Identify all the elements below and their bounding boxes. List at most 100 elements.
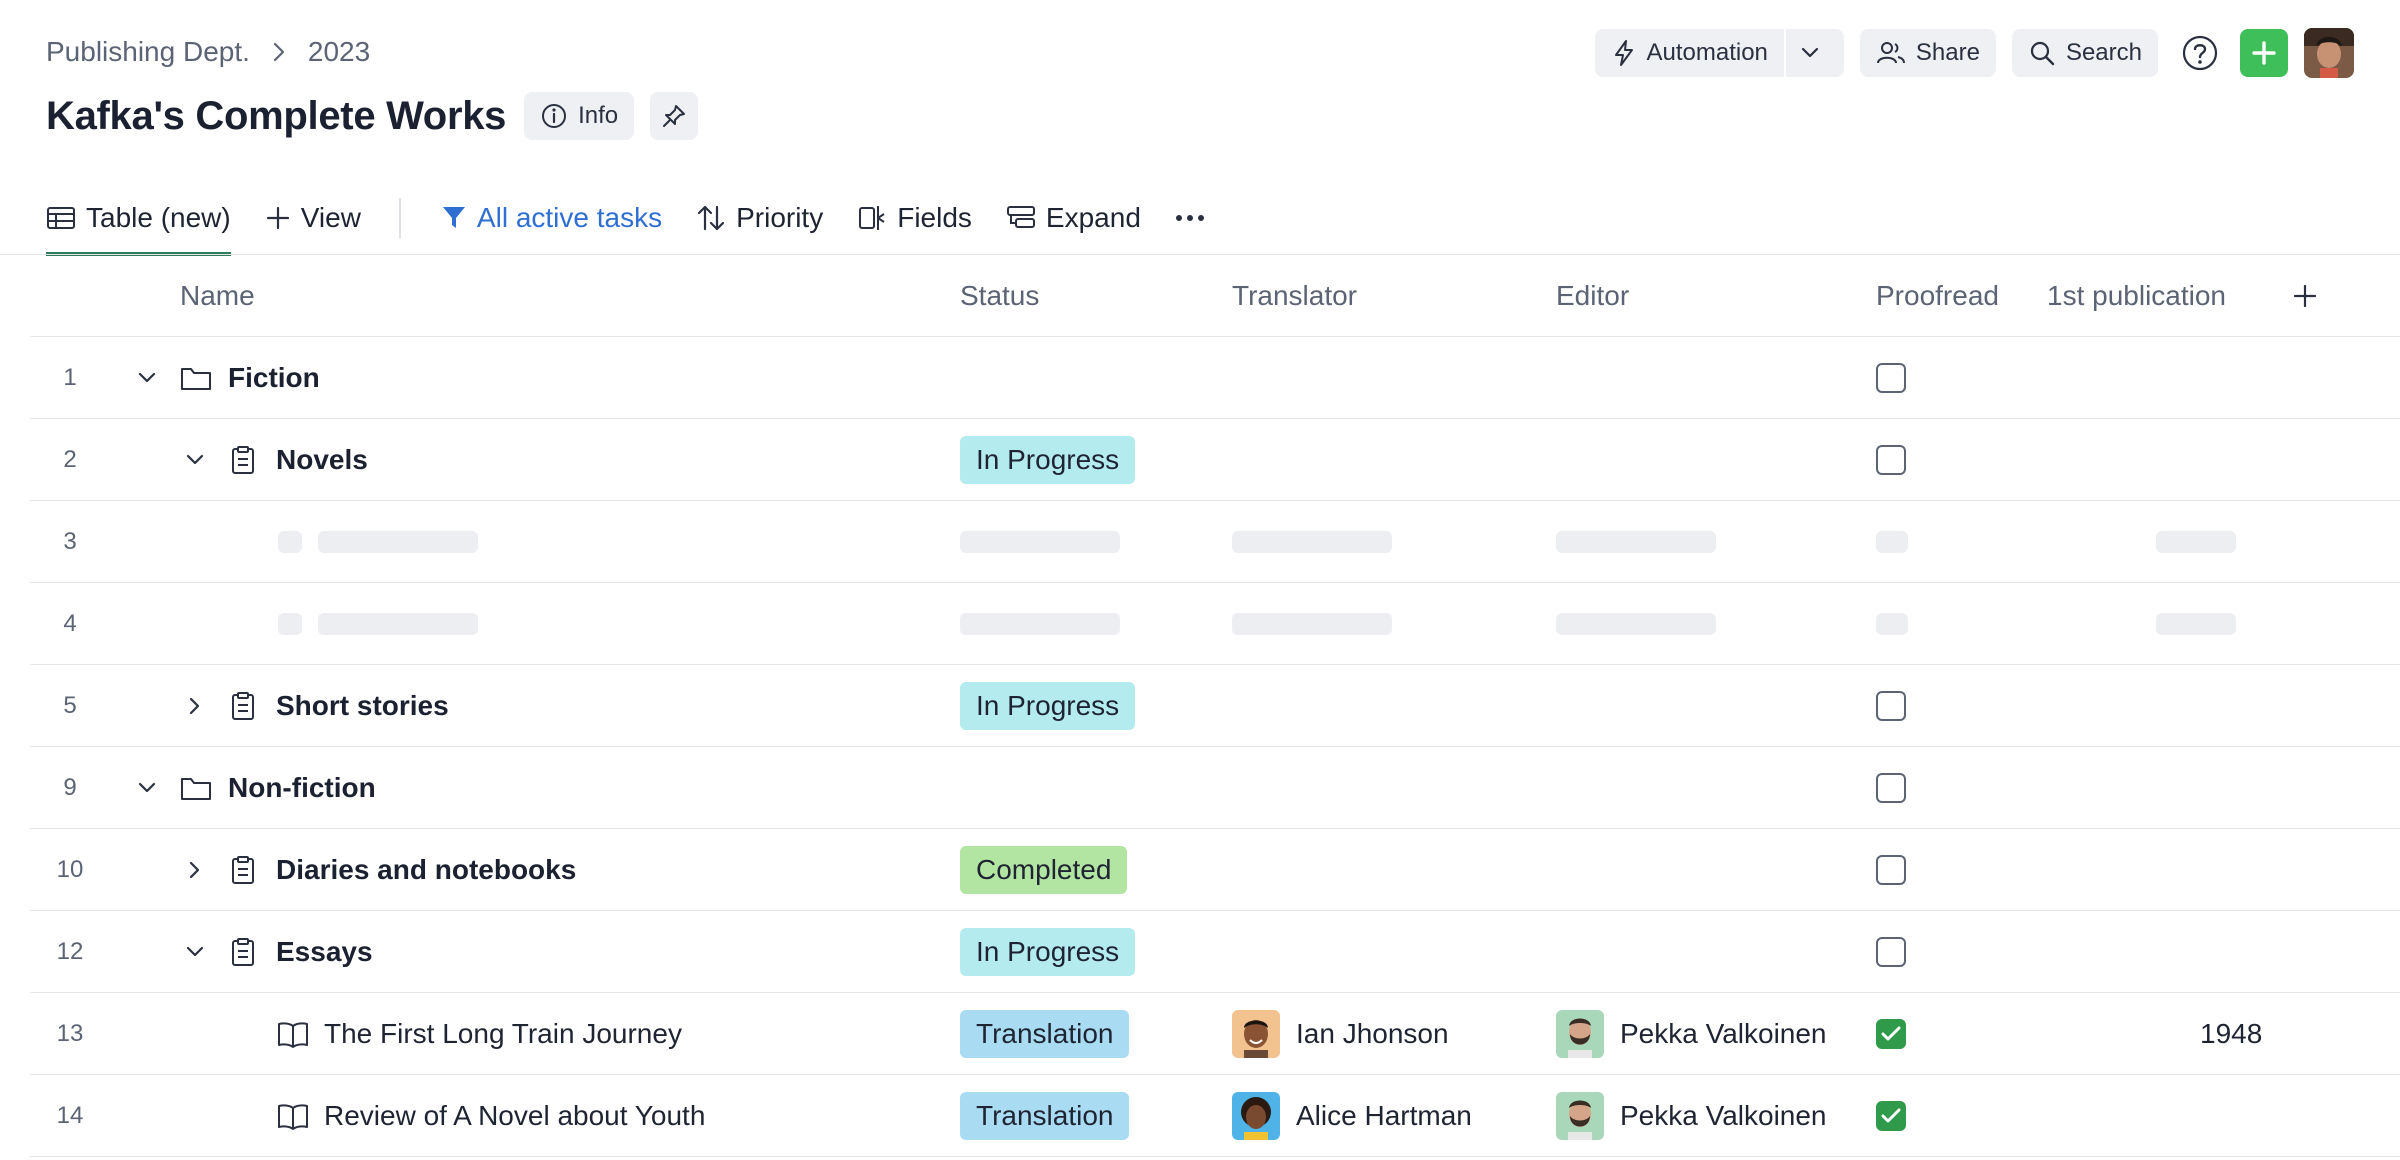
info-button[interactable]: Info xyxy=(524,92,635,140)
row-name[interactable]: Fiction xyxy=(228,337,320,418)
column-header-translator[interactable]: Translator xyxy=(1232,256,1357,336)
fields-icon xyxy=(859,206,885,230)
table-row[interactable]: 10 Diaries and notebooks Completed xyxy=(30,829,2400,911)
share-label: Share xyxy=(1915,39,1980,66)
skeleton-placeholder xyxy=(2156,583,2236,664)
editor-cell[interactable]: Pekka Valkoinen xyxy=(1556,993,1827,1074)
avatar xyxy=(1556,1091,1604,1140)
skeleton-placeholder xyxy=(1556,583,1716,664)
plus-icon xyxy=(266,206,289,230)
expand-button[interactable]: Expand xyxy=(1006,182,1141,254)
status-badge[interactable]: In Progress xyxy=(960,419,1136,500)
chevron-down-icon xyxy=(186,946,204,956)
row-name[interactable]: Review of A Novel about Youth xyxy=(324,1075,705,1156)
status-badge[interactable]: In Progress xyxy=(960,665,1136,746)
proofread-checkbox[interactable] xyxy=(1876,993,1906,1074)
status-badge[interactable]: Translation xyxy=(960,1075,1130,1156)
search-label: Search xyxy=(2065,39,2142,66)
chevron-right-icon xyxy=(189,861,200,878)
collapse-toggle[interactable] xyxy=(184,419,206,500)
proofread-checkbox[interactable] xyxy=(1876,829,1906,910)
fields-button[interactable]: Fields xyxy=(857,182,972,254)
status-badge[interactable]: Completed xyxy=(960,829,1128,910)
table-row[interactable]: 1 Fiction xyxy=(30,337,2400,419)
automation-button[interactable]: Automation xyxy=(1594,29,1784,77)
proofread-checkbox[interactable] xyxy=(1876,665,1906,746)
top-actions: Automation Share Search xyxy=(1594,28,2354,78)
skeleton-placeholder xyxy=(318,501,478,582)
filter-icon xyxy=(442,207,465,228)
row-name[interactable]: The First Long Train Journey xyxy=(324,993,682,1074)
table-row[interactable]: 12 Essays In Progress xyxy=(30,911,2400,993)
status-badge[interactable]: In Progress xyxy=(960,911,1136,992)
proofread-checkbox[interactable] xyxy=(1876,419,1906,500)
more-options-button[interactable] xyxy=(1175,182,1215,254)
filter-button[interactable]: All active tasks xyxy=(441,182,662,254)
editor-name: Pekka Valkoinen xyxy=(1620,1017,1827,1049)
help-button[interactable] xyxy=(2178,31,2222,75)
proofread-checkbox[interactable] xyxy=(1876,747,1906,828)
share-button[interactable]: Share xyxy=(1859,29,1996,77)
check-icon xyxy=(1881,1108,1901,1122)
proofread-checkbox[interactable] xyxy=(1876,911,1906,992)
breadcrumb-dept[interactable]: Publishing Dept. xyxy=(46,36,250,68)
editor-name: Pekka Valkoinen xyxy=(1620,1099,1827,1131)
clipboard-icon xyxy=(230,829,256,910)
table-row[interactable]: 14 Review of A Novel about Youth Transla… xyxy=(30,1075,2400,1157)
column-header-editor[interactable]: Editor xyxy=(1556,256,1629,336)
translator-cell[interactable]: Ian Jhonson xyxy=(1232,993,1449,1074)
expand-toggle[interactable] xyxy=(188,829,202,910)
add-button[interactable] xyxy=(2240,29,2288,77)
table-row[interactable]: 13 The First Long Train Journey Translat… xyxy=(30,993,2400,1075)
column-header-1st-publication[interactable]: 1st publication xyxy=(2047,256,2226,336)
chevron-right-icon xyxy=(189,697,200,714)
row-name[interactable]: Non-fiction xyxy=(228,747,376,828)
breadcrumb: Publishing Dept. 2023 xyxy=(46,36,370,68)
expand-toggle[interactable] xyxy=(188,665,202,746)
table-row[interactable]: 2 Novels In Progress xyxy=(30,419,2400,501)
skeleton-placeholder xyxy=(1876,501,1908,582)
column-header-status[interactable]: Status xyxy=(960,256,1039,336)
chevron-down-icon xyxy=(138,372,156,382)
column-header-name[interactable]: Name xyxy=(180,256,255,336)
search-button[interactable]: Search xyxy=(2011,29,2158,77)
row-number: 1 xyxy=(63,363,77,391)
proofread-checkbox[interactable] xyxy=(1876,1075,1906,1156)
automation-split-button: Automation xyxy=(1594,29,1844,77)
toolbar-bottom-border xyxy=(0,254,2400,255)
row-name[interactable]: Diaries and notebooks xyxy=(276,829,576,910)
tab-table-new[interactable]: Table (new) xyxy=(46,182,231,256)
row-number: 10 xyxy=(56,855,84,883)
sort-button[interactable]: Priority xyxy=(696,182,823,254)
avatar xyxy=(1232,1091,1280,1140)
book-icon xyxy=(276,1075,310,1156)
user-avatar[interactable] xyxy=(2304,28,2354,78)
task-table: Name Status Translator Editor Proofread … xyxy=(30,256,2400,1157)
add-view-button[interactable]: View xyxy=(265,182,361,254)
plus-icon xyxy=(2293,284,2317,308)
search-icon xyxy=(2030,41,2055,66)
skeleton-placeholder xyxy=(960,583,1120,664)
table-row[interactable]: 5 Short stories In Progress xyxy=(30,665,2400,747)
automation-dropdown-button[interactable] xyxy=(1785,29,1844,77)
pin-button[interactable] xyxy=(650,92,699,140)
row-name[interactable]: Novels xyxy=(276,419,368,500)
translator-cell[interactable]: Alice Hartman xyxy=(1232,1075,1472,1156)
column-header-proofread[interactable]: Proofread xyxy=(1876,256,1999,336)
skeleton-placeholder xyxy=(1232,583,1392,664)
proofread-checkbox[interactable] xyxy=(1876,337,1906,418)
table-row[interactable]: 9 Non-fiction xyxy=(30,747,2400,829)
breadcrumb-year[interactable]: 2023 xyxy=(308,36,370,68)
chevron-down-icon xyxy=(1801,47,1819,58)
collapse-toggle[interactable] xyxy=(184,911,206,992)
add-column-button[interactable] xyxy=(2292,256,2318,336)
first-publication-value[interactable]: 1948 xyxy=(2200,993,2262,1074)
row-name[interactable]: Short stories xyxy=(276,665,449,746)
collapse-toggle[interactable] xyxy=(136,747,158,828)
status-badge[interactable]: Translation xyxy=(960,993,1130,1074)
row-name[interactable]: Essays xyxy=(276,911,373,992)
info-label: Info xyxy=(578,102,619,129)
editor-cell[interactable]: Pekka Valkoinen xyxy=(1556,1075,1827,1156)
info-icon xyxy=(542,104,567,128)
collapse-toggle[interactable] xyxy=(136,337,158,418)
